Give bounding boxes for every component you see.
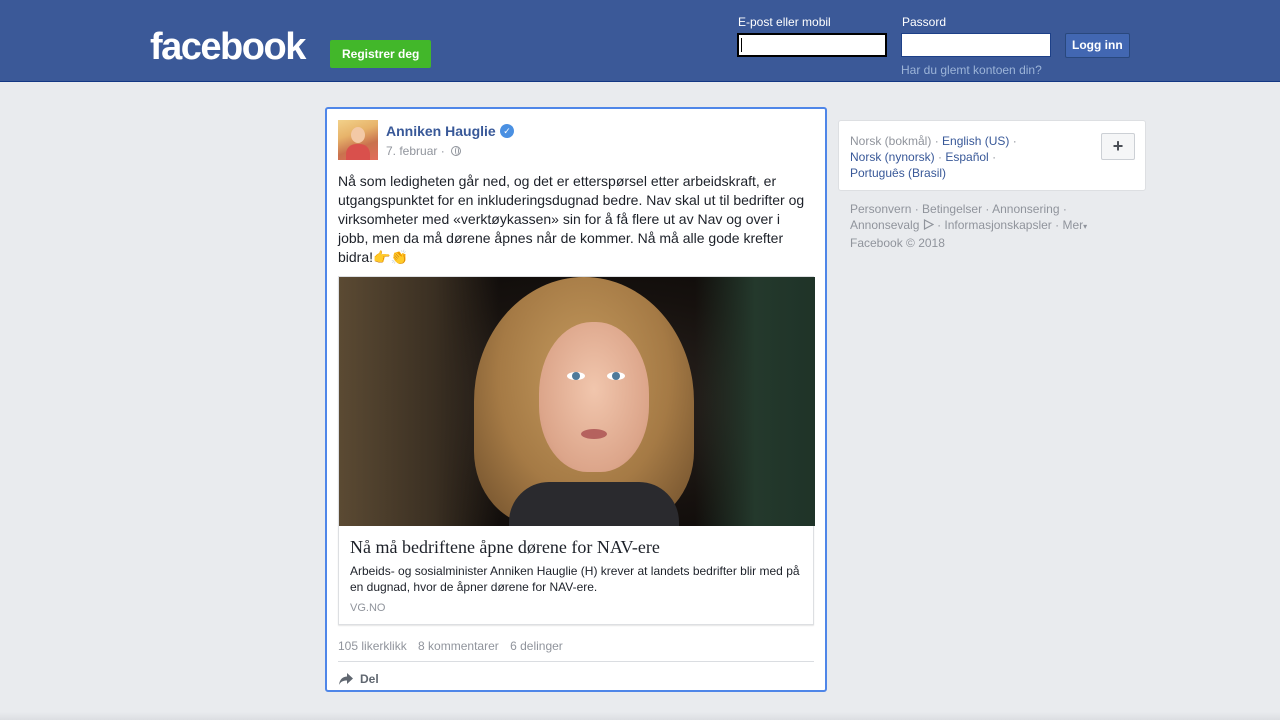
share-button[interactable]: Del — [338, 669, 379, 689]
post-text: Nå som ledigheten går ned, og det er ett… — [338, 173, 805, 265]
password-label: Passord — [902, 15, 947, 29]
link-domain: VG.NO — [350, 602, 386, 614]
link-description: Arbeids- og sosialminister Anniken Haugl… — [350, 564, 800, 594]
top-bar: facebook Registrer deg E-post eller mobi… — [0, 0, 1280, 82]
link-preview[interactable]: Nå må bedriftene åpne dørene for NAV-ere… — [338, 276, 815, 625]
adchoices-icon — [923, 219, 934, 230]
register-button[interactable]: Registrer deg — [330, 40, 432, 68]
language-nynorsk[interactable]: Norsk (nynorsk) — [850, 150, 935, 164]
author-name-link[interactable]: Anniken Hauglie — [386, 123, 496, 139]
caret-down-icon: ▾ — [1083, 222, 1088, 231]
globe-icon[interactable] — [451, 146, 462, 156]
post-card: Anniken Hauglie ✓ 7. februar · Nå som le… — [325, 107, 827, 692]
share-arrow-icon — [339, 673, 353, 685]
share-label: Del — [360, 672, 379, 686]
advertising-link[interactable]: Annonsering — [992, 202, 1059, 216]
facebook-logo[interactable]: facebook — [150, 27, 306, 67]
language-portuguese[interactable]: Português (Brasil) — [850, 166, 946, 180]
terms-link[interactable]: Betingelser — [922, 202, 982, 216]
divider — [338, 661, 814, 662]
language-box: Norsk (bokmål) · English (US) · Norsk (n… — [838, 120, 1146, 191]
shares-count[interactable]: 6 delinger — [510, 639, 563, 653]
language-current: Norsk (bokmål) — [850, 134, 932, 148]
email-input[interactable] — [737, 33, 887, 57]
forgot-account-link[interactable]: Har du glemt kontoen din? — [901, 63, 1042, 77]
likes-count[interactable]: 105 likerklikk — [338, 639, 407, 653]
footer-links: Personvern · Betingelser · Annonsering ·… — [850, 201, 1110, 251]
page-bottom-edge — [0, 712, 1280, 720]
post-meta: 7. februar · — [386, 144, 462, 158]
privacy-link[interactable]: Personvern — [850, 202, 911, 216]
more-link[interactable]: Mer — [1062, 218, 1083, 232]
verified-badge-icon: ✓ — [500, 124, 514, 138]
author-avatar[interactable] — [338, 120, 378, 160]
post-counts: 105 likerklikk 8 kommentarer 6 delinger — [338, 639, 571, 653]
language-english[interactable]: English (US) — [942, 134, 1009, 148]
language-spanish[interactable]: Español — [945, 150, 988, 164]
post-date-link[interactable]: 7. februar · — [386, 144, 448, 158]
cookies-link[interactable]: Informasjonskapsler — [944, 218, 1051, 232]
email-label: E-post eller mobil — [738, 15, 831, 29]
comments-count[interactable]: 8 kommentarer — [418, 639, 499, 653]
link-title[interactable]: Nå må bedriftene åpne dørene for NAV-ere — [350, 537, 660, 558]
text-caret — [741, 38, 742, 52]
login-button[interactable]: Logg inn — [1065, 33, 1130, 58]
link-preview-image[interactable] — [339, 277, 815, 526]
password-input[interactable] — [901, 33, 1051, 57]
copyright: Facebook © 2018 — [850, 236, 945, 250]
adchoices-link[interactable]: Annonsevalg — [850, 218, 919, 232]
more-languages-button[interactable]: + — [1101, 133, 1135, 160]
